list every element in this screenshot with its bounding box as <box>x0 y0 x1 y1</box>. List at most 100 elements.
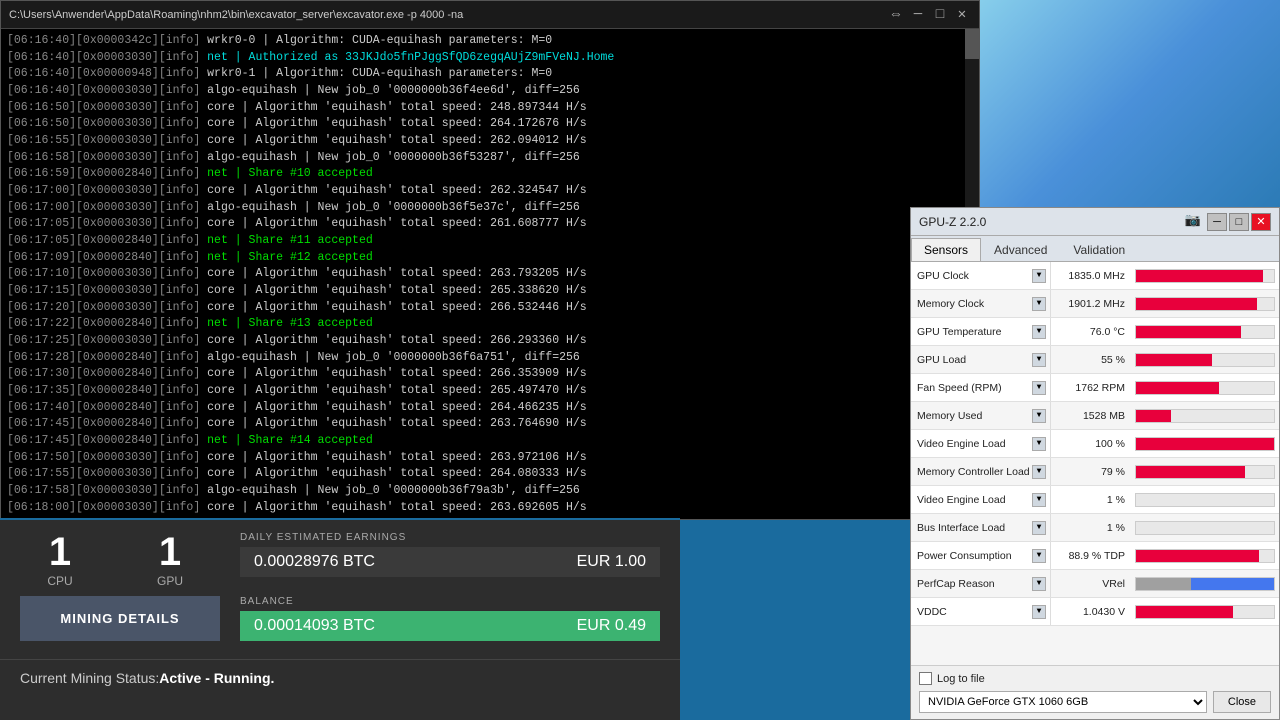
terminal-titlebar: C:\Users\Anwender\AppData\Roaming\nhm2\b… <box>1 1 979 29</box>
sensor-bar-cell <box>1131 346 1279 373</box>
gpuz-photo-icon[interactable]: 📷 <box>1185 213 1201 231</box>
gpuz-controls: 📷 ─ □ ✕ <box>1185 213 1271 231</box>
balance-row: 0.00014093 BTC EUR 0.49 <box>240 611 660 641</box>
sensor-row: GPU Load▼55 % <box>911 346 1279 374</box>
sensor-name-label: GPU Temperature <box>917 326 1032 338</box>
sensor-dropdown-button[interactable]: ▼ <box>1032 437 1046 451</box>
sensor-bar-cell <box>1131 542 1279 569</box>
sensor-dropdown-button[interactable]: ▼ <box>1032 493 1046 507</box>
terminal-line: [06:16:40][0x00003030][info] net | Autho… <box>7 50 973 67</box>
sensor-name-label: GPU Load <box>917 354 1032 366</box>
earnings-section: DAILY ESTIMATED EARNINGS 0.00028976 BTC … <box>240 532 660 588</box>
sensor-bar-fill <box>1136 410 1171 422</box>
sensor-bar-cell <box>1131 598 1279 625</box>
sensor-dropdown-button[interactable]: ▼ <box>1032 521 1046 535</box>
gpuz-minimize-button[interactable]: ─ <box>1207 213 1227 231</box>
sensor-name-label: Power Consumption <box>917 550 1032 562</box>
sensor-row: VDDC▼1.0430 V <box>911 598 1279 626</box>
sensor-row: Memory Used▼1528 MB <box>911 402 1279 430</box>
sensor-row: Bus Interface Load▼1 % <box>911 514 1279 542</box>
scrollbar-thumb[interactable] <box>965 29 979 59</box>
sensor-dropdown-button[interactable]: ▼ <box>1032 465 1046 479</box>
earnings-eur: EUR 1.00 <box>577 553 646 571</box>
sensor-dropdown-button[interactable]: ▼ <box>1032 325 1046 339</box>
terminal-line: [06:17:10][0x00003030][info] core | Algo… <box>7 266 973 283</box>
mining-top-section: 1 CPU 1 GPU DAILY ESTIMATED EARNINGS 0.0… <box>0 520 680 596</box>
terminal-controls: ⇔ ─ □ ✕ <box>887 6 971 24</box>
status-prefix: Current Mining Status: <box>20 670 159 686</box>
sensor-row: Video Engine Load▼1 % <box>911 486 1279 514</box>
gpu-count: 1 <box>159 532 181 572</box>
terminal-line: [06:16:55][0x00003030][info] core | Algo… <box>7 133 973 150</box>
terminal-line: [06:17:50][0x00003030][info] core | Algo… <box>7 450 973 467</box>
sensor-name-cell: GPU Clock▼ <box>911 262 1051 289</box>
resize-icon[interactable]: ⇔ <box>887 6 905 24</box>
sensor-bar-bg <box>1135 409 1275 423</box>
gpuz-bottom-bar: NVIDIA GeForce GTX 1060 6GB Close <box>919 691 1271 713</box>
background-sky <box>980 0 1280 207</box>
sensor-name-cell: PerfCap Reason▼ <box>911 570 1051 597</box>
terminal-line: [06:17:45][0x00002840][info] core | Algo… <box>7 416 973 433</box>
terminal-line: [06:17:28][0x00002840][info] algo-equiha… <box>7 350 973 367</box>
log-to-file-checkbox[interactable] <box>919 672 932 685</box>
sensor-value: 76.0 °C <box>1051 326 1131 338</box>
sensor-bar-bg <box>1135 577 1275 591</box>
balance-btc: 0.00014093 BTC <box>254 617 375 635</box>
sensor-value: 1.0430 V <box>1051 606 1131 618</box>
tab-validation[interactable]: Validation <box>1060 238 1138 261</box>
maximize-button[interactable]: □ <box>931 6 949 24</box>
sensor-bar-cell <box>1131 570 1279 597</box>
gpuz-close-button[interactable]: Close <box>1213 691 1271 713</box>
sensor-dropdown-button[interactable]: ▼ <box>1032 549 1046 563</box>
status-value: Active - Running. <box>159 670 274 686</box>
tab-advanced[interactable]: Advanced <box>981 238 1060 261</box>
terminal-line: [06:17:25][0x00003030][info] core | Algo… <box>7 333 973 350</box>
sensor-bar-fill <box>1136 382 1219 394</box>
sensor-bar-fill <box>1136 606 1233 618</box>
gpuz-close-x-button[interactable]: ✕ <box>1251 213 1271 231</box>
terminal-window: C:\Users\Anwender\AppData\Roaming\nhm2\b… <box>0 0 980 520</box>
sensor-dropdown-button[interactable]: ▼ <box>1032 297 1046 311</box>
terminal-body: [06:16:40][0x0000342c][info] wrkr0-0 | A… <box>1 29 979 519</box>
sensor-name-cell: Power Consumption▼ <box>911 542 1051 569</box>
terminal-line: [06:16:58][0x00003030][info] algo-equiha… <box>7 150 973 167</box>
sensor-bar-fill <box>1136 354 1212 366</box>
log-to-file-label: Log to file <box>937 673 985 685</box>
sensor-bar-cell <box>1131 374 1279 401</box>
minimize-button[interactable]: ─ <box>909 6 927 24</box>
sensor-dropdown-button[interactable]: ▼ <box>1032 269 1046 283</box>
sensor-bar-cell <box>1131 430 1279 457</box>
terminal-line: [06:17:00][0x00003030][info] core | Algo… <box>7 183 973 200</box>
sensor-name-cell: GPU Load▼ <box>911 346 1051 373</box>
sensor-value: 1901.2 MHz <box>1051 298 1131 310</box>
tab-sensors[interactable]: Sensors <box>911 238 981 261</box>
sensor-bar-fill <box>1136 494 1139 506</box>
gpu-select[interactable]: NVIDIA GeForce GTX 1060 6GB <box>919 691 1207 713</box>
gpuz-window: GPU-Z 2.2.0 📷 ─ □ ✕ Sensors Advanced Val… <box>910 207 1280 720</box>
mining-details-button[interactable]: MINING DETAILS <box>20 596 220 641</box>
sensor-bar-fill <box>1136 466 1245 478</box>
sensor-dropdown-button[interactable]: ▼ <box>1032 577 1046 591</box>
sensor-bar-cell <box>1131 402 1279 429</box>
sensor-dropdown-button[interactable]: ▼ <box>1032 605 1046 619</box>
sensor-name-cell: Bus Interface Load▼ <box>911 514 1051 541</box>
close-button[interactable]: ✕ <box>953 6 971 24</box>
sensor-name-label: Memory Clock <box>917 298 1032 310</box>
sensor-dropdown-button[interactable]: ▼ <box>1032 353 1046 367</box>
terminal-line: [06:16:50][0x00003030][info] core | Algo… <box>7 100 973 117</box>
sensor-value: 1762 RPM <box>1051 382 1131 394</box>
sensor-bar-fill <box>1136 438 1274 450</box>
gpuz-maximize-button[interactable]: □ <box>1229 213 1249 231</box>
mining-status-bar: Current Mining Status: Active - Running. <box>0 659 680 696</box>
terminal-line: [06:17:55][0x00003030][info] core | Algo… <box>7 466 973 483</box>
sensor-dropdown-button[interactable]: ▼ <box>1032 381 1046 395</box>
sensor-bar-bg <box>1135 297 1275 311</box>
sensor-bar-cell <box>1131 514 1279 541</box>
sensor-name-cell: GPU Temperature▼ <box>911 318 1051 345</box>
sensor-dropdown-button[interactable]: ▼ <box>1032 409 1046 423</box>
gpu-count-section: 1 GPU <box>130 532 210 588</box>
sensor-name-cell: Memory Clock▼ <box>911 290 1051 317</box>
sensor-name-cell: VDDC▼ <box>911 598 1051 625</box>
sensor-bar-fill <box>1136 326 1241 338</box>
terminal-line: [06:17:30][0x00002840][info] core | Algo… <box>7 366 973 383</box>
